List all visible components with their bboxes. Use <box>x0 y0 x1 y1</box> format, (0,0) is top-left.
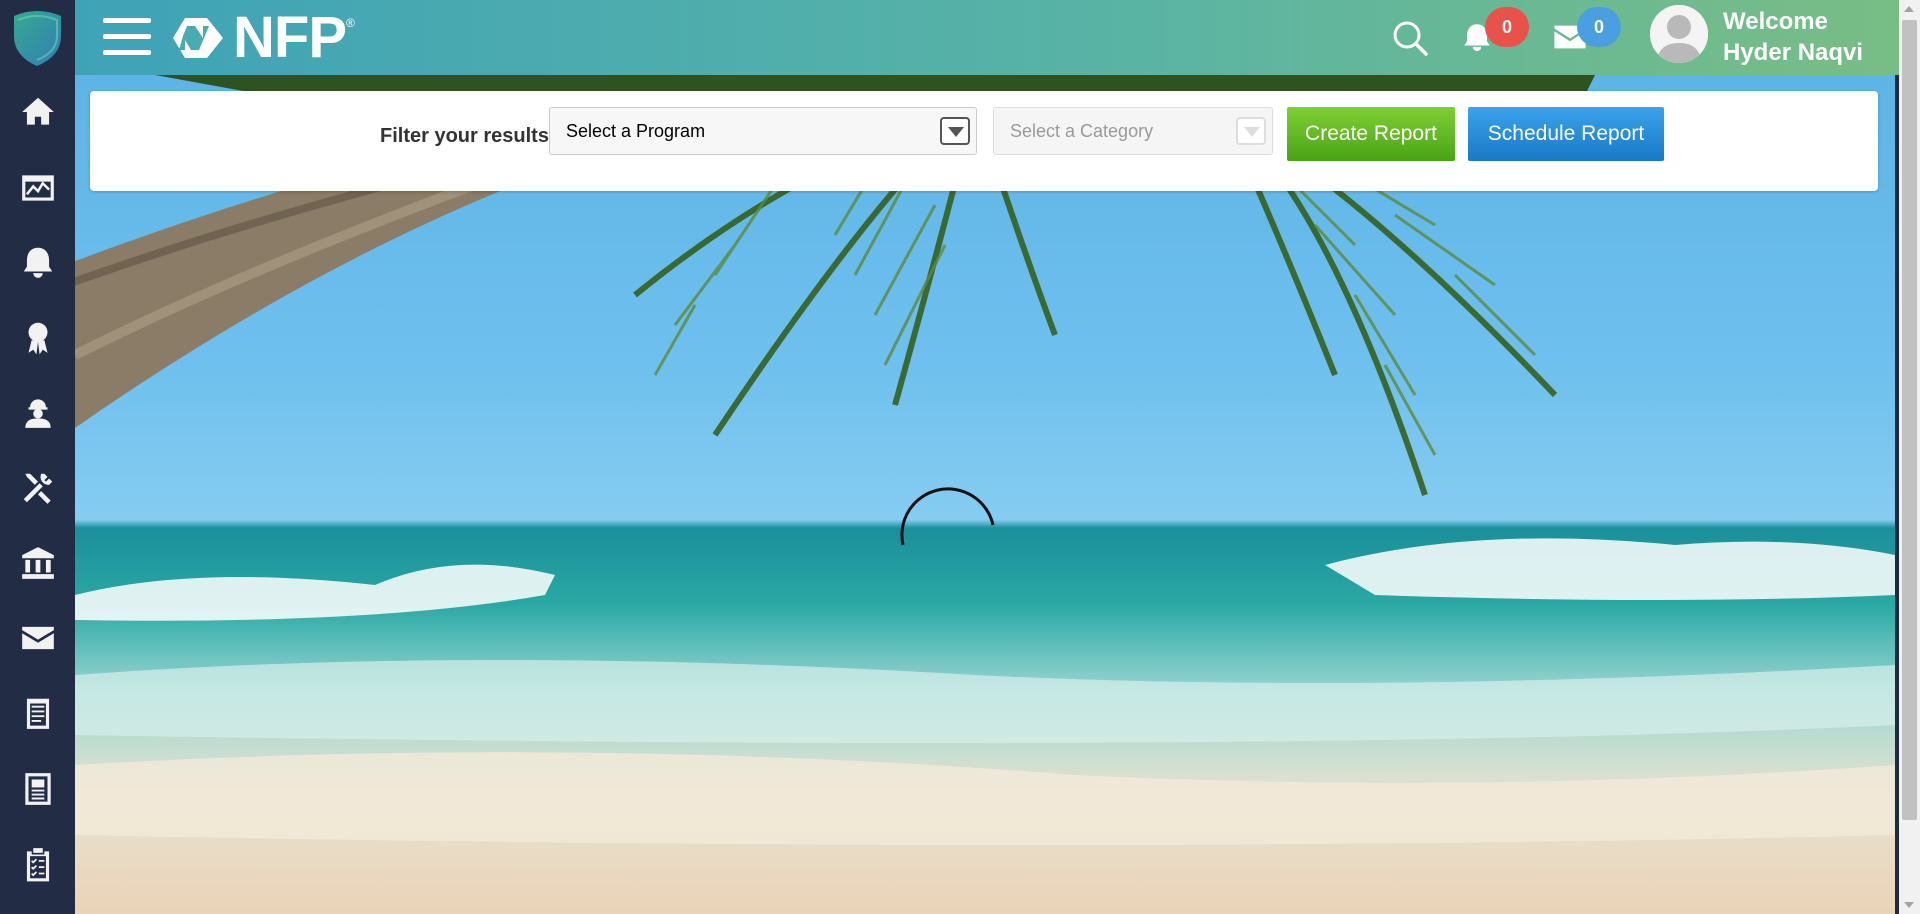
chevron-down-icon[interactable] <box>940 117 970 145</box>
scroll-up-arrow-icon[interactable] <box>1899 0 1920 17</box>
program-select-placeholder: Select a Program <box>566 121 706 141</box>
shield-logo-icon[interactable] <box>10 8 65 68</box>
program-select[interactable]: Select a Program <box>549 107 977 155</box>
sidebar-item-notes[interactable] <box>0 683 75 743</box>
alerts-bell-icon <box>23 247 52 278</box>
messages-count-badge[interactable]: 0 <box>1577 7 1621 47</box>
filter-bar: Filter your results Select a Program Sel… <box>90 91 1878 191</box>
clipboard-checklist-icon <box>26 848 49 882</box>
sidebar-item-documents[interactable] <box>0 759 75 819</box>
sidebar-item-tools[interactable] <box>0 458 75 518</box>
main-content <box>75 75 1895 914</box>
scroll-down-arrow-icon[interactable] <box>1899 897 1920 914</box>
welcome-username[interactable]: Hyder Naqvi <box>1723 37 1863 68</box>
category-select[interactable]: Select a Category <box>993 107 1273 155</box>
notepad-icon <box>26 698 49 729</box>
loading-spinner <box>900 487 995 546</box>
welcome-message: Welcome Hyder Naqvi <box>1723 6 1863 68</box>
worker-icon <box>24 399 51 428</box>
brand-registered-mark: ® <box>346 16 355 30</box>
sidebar-item-home[interactable] <box>0 82 75 142</box>
brand-name: NFP <box>233 5 347 70</box>
nfp-logo-mark-icon <box>173 18 223 58</box>
sidebar-item-workers[interactable] <box>0 382 75 442</box>
create-report-button[interactable]: Create Report <box>1287 107 1455 161</box>
brand-logo[interactable]: NFP ® <box>171 5 355 70</box>
vertical-scrollbar[interactable] <box>1899 0 1920 914</box>
dashboard-chart-icon <box>21 175 54 201</box>
bank-icon <box>21 547 54 579</box>
tools-icon <box>23 473 52 504</box>
sidebar-item-alerts[interactable] <box>0 232 75 292</box>
welcome-greeting: Welcome <box>1723 8 1828 35</box>
sidebar-item-bank[interactable] <box>0 533 75 593</box>
category-select-placeholder: Select a Category <box>1010 121 1154 141</box>
home-icon <box>21 97 54 125</box>
sidebar <box>0 0 75 914</box>
scrollbar-thumb[interactable] <box>1902 20 1917 820</box>
award-ribbon-icon <box>28 322 47 355</box>
filter-label: Filter your results <box>380 125 549 147</box>
sidebar-item-awards[interactable] <box>0 307 75 367</box>
schedule-report-button[interactable]: Schedule Report <box>1468 107 1664 161</box>
sidebar-item-mail[interactable] <box>0 608 75 668</box>
document-icon <box>24 773 51 805</box>
search-icon[interactable] <box>1390 18 1430 58</box>
sidebar-item-checklist[interactable] <box>0 834 75 894</box>
avatar-person-icon <box>1650 5 1708 63</box>
sidebar-item-dashboard[interactable] <box>0 158 75 218</box>
menu-hamburger-icon[interactable] <box>103 18 151 56</box>
chevron-down-icon[interactable] <box>1236 117 1266 145</box>
user-avatar[interactable] <box>1650 5 1708 63</box>
notifications-count-badge[interactable]: 0 <box>1485 7 1529 47</box>
top-header: NFP ® 0 0 Welcome Hyder Naqvi <box>75 0 1899 75</box>
mail-icon <box>21 626 54 650</box>
